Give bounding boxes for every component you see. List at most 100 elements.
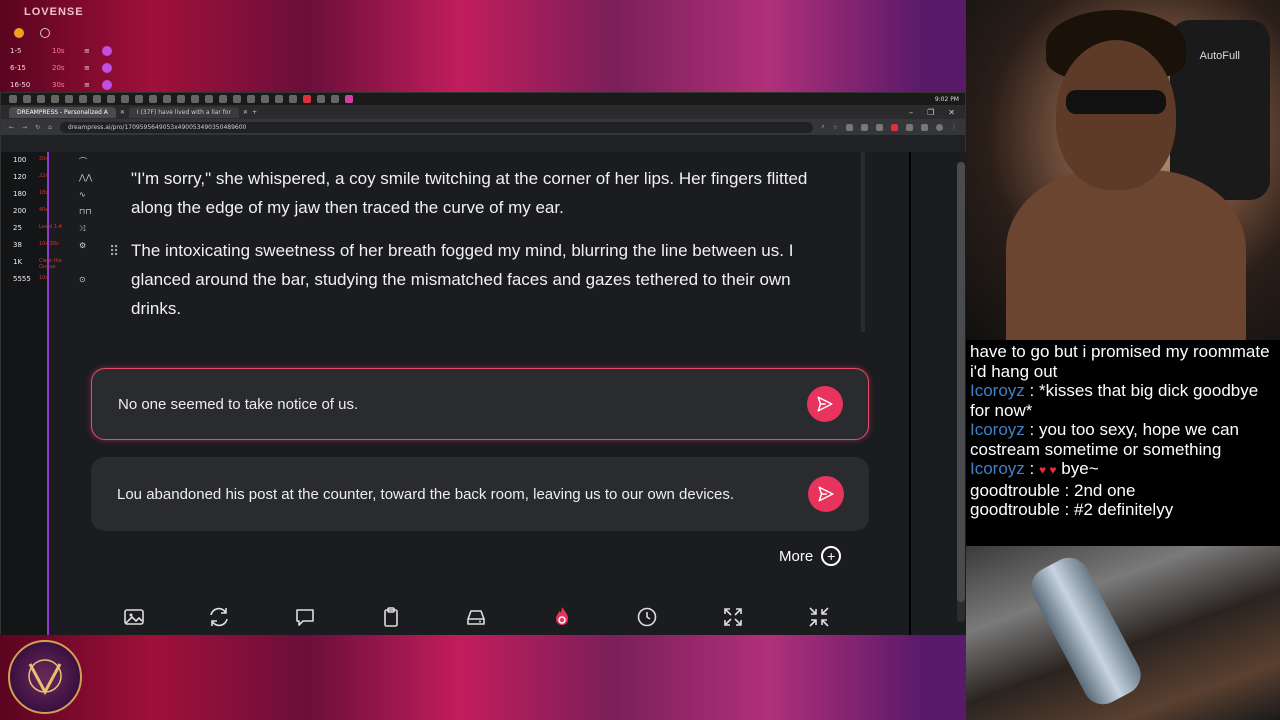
app-icon[interactable] <box>331 95 339 103</box>
sunglasses <box>1066 90 1166 114</box>
app-icon[interactable] <box>9 95 17 103</box>
browser-menu-icon[interactable]: ⋮ <box>951 124 957 131</box>
heart-icon: ♥ ♥ <box>1038 463 1057 477</box>
channel-logo <box>8 640 82 714</box>
app-icon[interactable] <box>135 95 143 103</box>
clock-icon <box>40 28 50 38</box>
drag-handle-icon[interactable]: ⠿ <box>109 244 119 260</box>
level-icon <box>101 80 112 90</box>
story-toolbar <box>91 599 871 635</box>
app-icon[interactable] <box>261 95 269 103</box>
home-icon[interactable]: ⌂ <box>48 124 52 131</box>
story-option[interactable]: No one seemed to take notice of us. <box>91 368 869 440</box>
more-button[interactable]: More + <box>779 546 842 566</box>
send-icon <box>818 486 834 502</box>
shuffle-icon: ⤨ <box>79 224 86 233</box>
streamer-body <box>1006 170 1246 340</box>
story-option[interactable]: Lou abandoned his post at the counter, t… <box>91 457 869 531</box>
image-button[interactable] <box>91 599 177 635</box>
app-icon[interactable] <box>79 95 87 103</box>
chat-message: Icoroyz : ♥ ♥ bye~ <box>970 459 1099 478</box>
restore-icon[interactable]: ❐ <box>927 108 934 117</box>
option-text: Lou abandoned his post at the counter, t… <box>117 485 735 503</box>
refresh-button[interactable] <box>177 599 263 635</box>
extension-icon[interactable] <box>876 123 883 131</box>
gear-icon: ⚙ <box>79 241 87 250</box>
lovense-tip-row: 6-15 20s ≡ <box>10 63 112 73</box>
forward-icon[interactable]: → <box>22 124 27 131</box>
story-scrollbar[interactable] <box>861 152 865 332</box>
send-button[interactable] <box>808 476 844 512</box>
bookmark-star-icon[interactable]: ☆ <box>833 124 838 131</box>
clipboard-icon <box>383 607 398 627</box>
profile-icon[interactable] <box>936 123 943 131</box>
app-icon[interactable] <box>177 95 185 103</box>
app-icon[interactable] <box>107 95 115 103</box>
chat-message: goodtrouble : #2 definitelyy <box>970 500 1174 519</box>
app-icon[interactable] <box>219 95 227 103</box>
minimize-icon[interactable]: – <box>909 108 913 117</box>
app-icon[interactable] <box>65 95 73 103</box>
address-bar: ← → ↻ ⌂ dreampress.ai/pro/1709595649053x… <box>1 119 965 135</box>
send-button[interactable] <box>807 386 843 422</box>
page-scrollbar[interactable] <box>957 162 965 622</box>
scrollbar-thumb[interactable] <box>957 162 965 602</box>
image-icon <box>123 609 144 625</box>
app-icon[interactable] <box>275 95 283 103</box>
app-icon[interactable] <box>37 95 45 103</box>
app-icon[interactable] <box>23 95 31 103</box>
content-divider <box>909 152 911 635</box>
app-icon[interactable] <box>149 95 157 103</box>
app-icon[interactable] <box>345 95 353 103</box>
app-icon[interactable] <box>247 95 255 103</box>
level-icon <box>101 63 112 73</box>
new-tab-icon[interactable]: + <box>252 109 257 116</box>
compress-button[interactable] <box>776 599 862 635</box>
chat-button[interactable] <box>262 599 348 635</box>
close-icon[interactable]: ✕ <box>948 108 955 117</box>
extension-icon[interactable] <box>891 123 898 131</box>
url-input[interactable]: dreampress.ai/pro/1709595649053x49005349… <box>59 121 814 133</box>
app-icon[interactable] <box>191 95 199 103</box>
browser-window: 9:02 PM DREAMPRESS - Personalized A ✕ I … <box>0 92 967 635</box>
clipboard-button[interactable] <box>348 599 434 635</box>
browser-tab[interactable]: DREAMPRESS - Personalized A <box>9 106 116 118</box>
logo-monogram-icon <box>28 659 62 696</box>
back-icon[interactable]: ← <box>9 124 14 131</box>
chat-username: goodtrouble <box>970 500 1060 519</box>
fire-button[interactable] <box>519 599 605 635</box>
sidebar-icon[interactable] <box>921 123 928 131</box>
app-icon[interactable] <box>205 95 213 103</box>
fire-icon <box>555 607 568 625</box>
chat-message: Icoroyz : *kisses that big dick goodbye … <box>970 381 1259 420</box>
app-icon[interactable] <box>163 95 171 103</box>
app-icon[interactable] <box>121 95 129 103</box>
lovense-tip-row: 16-50 30s ≡ <box>10 80 112 90</box>
close-tab-icon[interactable]: ✕ <box>120 109 125 116</box>
browser-tab[interactable]: I (37F) have lived with a liar for <box>128 106 239 118</box>
extension-icon[interactable] <box>846 123 853 131</box>
app-icon[interactable] <box>289 95 297 103</box>
stop-icon: ⊙ <box>79 275 86 284</box>
window-controls: – ❐ ✕ <box>909 108 965 117</box>
extension-icon[interactable] <box>861 123 868 131</box>
history-button[interactable] <box>605 599 691 635</box>
close-tab-icon[interactable]: ✕ <box>243 109 248 116</box>
chat-username: Icoroyz <box>970 420 1025 439</box>
coin-icon <box>14 28 24 38</box>
expand-button[interactable] <box>690 599 776 635</box>
app-icon[interactable] <box>317 95 325 103</box>
app-icon[interactable] <box>93 95 101 103</box>
webcam-feed: AutoFull <box>966 0 1280 340</box>
wave-icon: ∿ <box>79 190 86 199</box>
extension-icon[interactable] <box>906 123 913 131</box>
wave-icon: ⌒ <box>79 157 87 166</box>
zoom-icon[interactable]: ⌕ <box>821 123 824 131</box>
drive-button[interactable] <box>433 599 519 635</box>
tab-bar: DREAMPRESS - Personalized A ✕ I (37F) ha… <box>1 105 965 119</box>
app-icon[interactable] <box>303 95 311 103</box>
reload-icon[interactable]: ↻ <box>35 124 40 131</box>
app-icon[interactable] <box>233 95 241 103</box>
story-text: "I'm sorry," she whispered, a coy smile … <box>131 164 821 337</box>
app-icon[interactable] <box>51 95 59 103</box>
